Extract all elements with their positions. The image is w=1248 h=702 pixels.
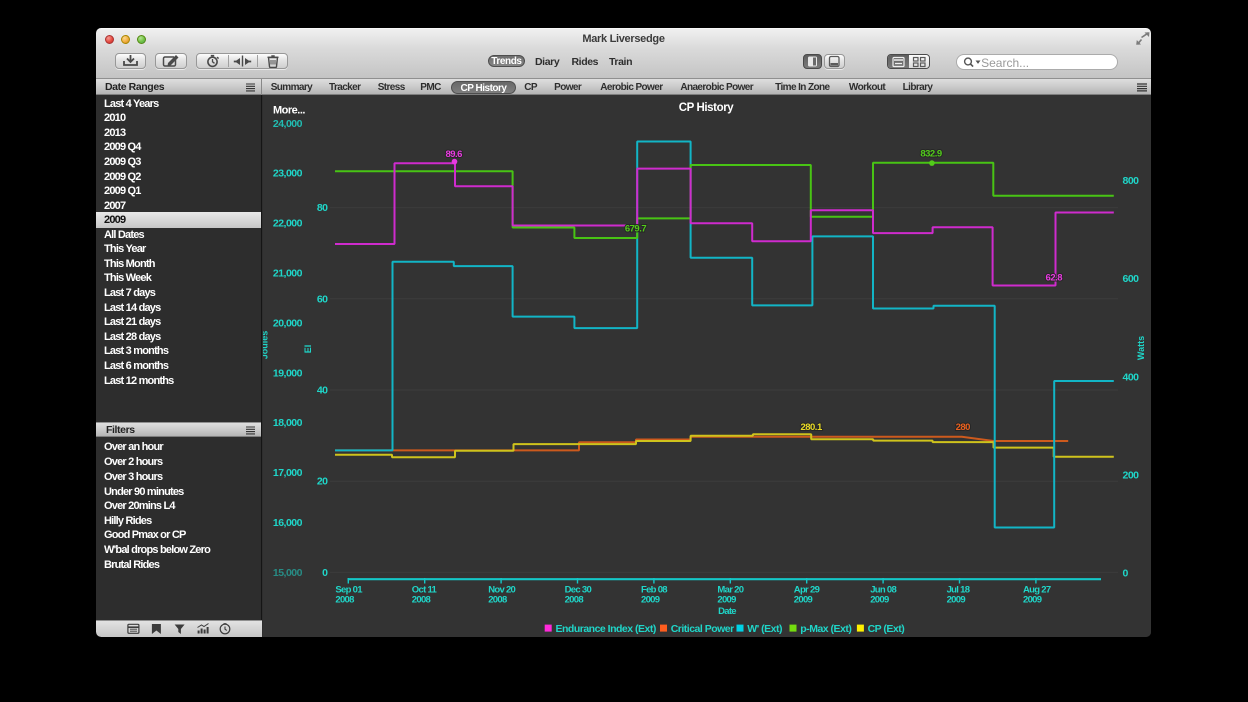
svg-text:20,000: 20,000 xyxy=(273,317,303,329)
svg-text:400: 400 xyxy=(1123,371,1140,383)
svg-text:16,000: 16,000 xyxy=(273,517,303,529)
svg-text:200: 200 xyxy=(1123,470,1140,482)
svg-text:280.1: 280.1 xyxy=(800,422,822,433)
svg-text:280: 280 xyxy=(956,422,971,433)
svg-text:22,000: 22,000 xyxy=(273,218,303,230)
svg-text:20: 20 xyxy=(317,476,328,488)
svg-text:2009: 2009 xyxy=(717,595,736,606)
svg-text:2009: 2009 xyxy=(641,595,660,606)
svg-text:89.6: 89.6 xyxy=(445,149,462,160)
svg-text:679.7: 679.7 xyxy=(625,223,646,234)
svg-text:2009: 2009 xyxy=(870,595,889,606)
svg-text:Joules: Joules xyxy=(263,331,270,360)
svg-text:40: 40 xyxy=(317,385,328,397)
svg-text:CP (Ext): CP (Ext) xyxy=(868,623,905,635)
svg-text:0: 0 xyxy=(322,567,328,579)
svg-text:18,000: 18,000 xyxy=(273,417,303,429)
svg-text:19,000: 19,000 xyxy=(273,367,303,379)
svg-text:23,000: 23,000 xyxy=(273,168,303,180)
svg-text:2009: 2009 xyxy=(794,595,813,606)
svg-text:Endurance Index (Ext): Endurance Index (Ext) xyxy=(556,623,656,635)
svg-text:2009: 2009 xyxy=(1023,595,1042,606)
svg-text:17,000: 17,000 xyxy=(273,467,303,479)
svg-text:0: 0 xyxy=(1123,568,1129,580)
svg-text:832.9: 832.9 xyxy=(920,149,941,160)
svg-text:2009: 2009 xyxy=(947,595,966,606)
svg-text:2008: 2008 xyxy=(488,595,507,606)
svg-text:800: 800 xyxy=(1123,175,1140,187)
svg-text:60: 60 xyxy=(317,293,328,305)
svg-text:EI: EI xyxy=(303,345,313,354)
svg-text:600: 600 xyxy=(1123,273,1140,285)
svg-text:W' (Ext): W' (Ext) xyxy=(747,623,782,635)
svg-text:CP History: CP History xyxy=(679,102,735,114)
svg-text:2008: 2008 xyxy=(335,595,354,606)
svg-text:62.8: 62.8 xyxy=(1046,272,1063,283)
svg-text:24,000: 24,000 xyxy=(273,118,303,130)
svg-text:21,000: 21,000 xyxy=(273,268,303,280)
svg-text:Critical Power: Critical Power xyxy=(671,623,734,635)
svg-text:Watts: Watts xyxy=(1136,336,1146,360)
svg-text:More...: More... xyxy=(273,105,305,117)
svg-text:p-Max (Ext): p-Max (Ext) xyxy=(800,623,851,635)
svg-text:15,000: 15,000 xyxy=(273,567,303,579)
svg-text:2008: 2008 xyxy=(565,595,584,606)
svg-text:Date: Date xyxy=(718,606,736,617)
svg-text:80: 80 xyxy=(317,202,328,214)
svg-text:2008: 2008 xyxy=(412,595,431,606)
